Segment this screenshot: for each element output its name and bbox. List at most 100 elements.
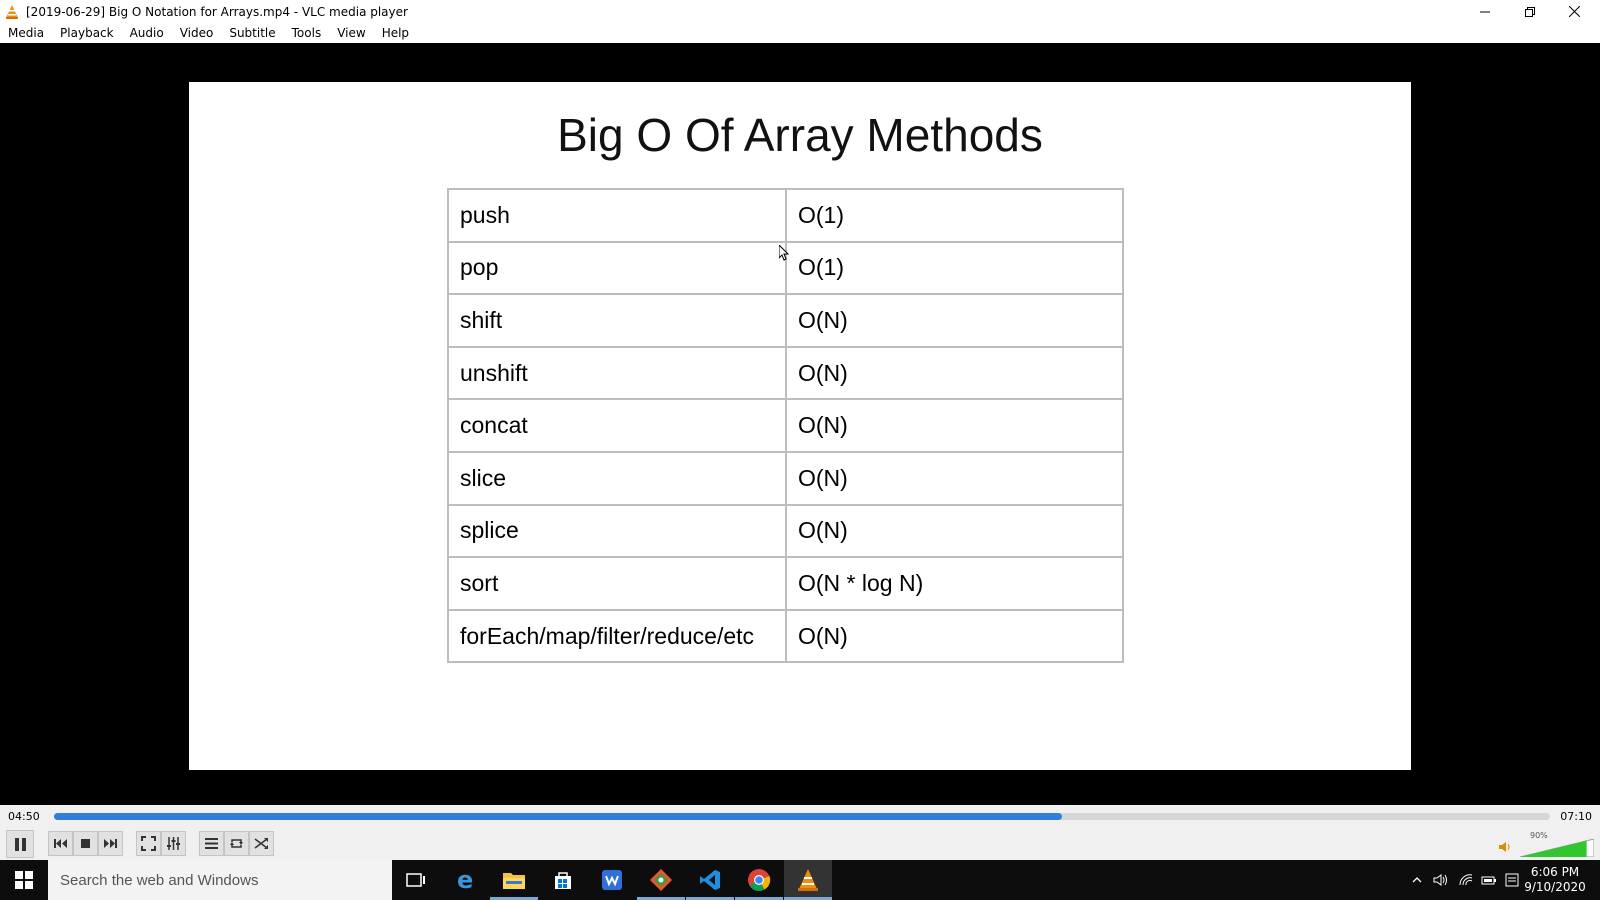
previous-icon bbox=[54, 839, 67, 848]
menu-tools[interactable]: Tools bbox=[292, 26, 322, 40]
start-button[interactable] bbox=[0, 860, 48, 900]
minimize-button[interactable] bbox=[1462, 0, 1507, 23]
complexity-cell: O(1) bbox=[785, 240, 1124, 296]
table-row: concat O(N) bbox=[447, 398, 1124, 453]
playlist-icon bbox=[205, 838, 218, 849]
stop-icon bbox=[81, 839, 90, 848]
fullscreen-button[interactable] bbox=[136, 831, 161, 856]
pause-button[interactable] bbox=[6, 830, 34, 858]
method-cell: unshift bbox=[447, 345, 787, 401]
complexity-cell: O(N) bbox=[785, 450, 1124, 506]
complexity-cell: O(N) bbox=[785, 608, 1124, 664]
menu-audio[interactable]: Audio bbox=[130, 26, 164, 40]
vlc-icon bbox=[6, 4, 18, 19]
complexity-cell: O(N * log N) bbox=[785, 556, 1124, 611]
edge-icon: e bbox=[457, 868, 473, 892]
seek-progress bbox=[54, 813, 1063, 820]
task-view-button[interactable] bbox=[392, 860, 440, 900]
taskbar-edge[interactable]: e bbox=[441, 860, 489, 900]
vlc-taskbar-icon bbox=[798, 869, 818, 891]
complexity-cell: O(N) bbox=[785, 503, 1124, 559]
table-row: shift O(N) bbox=[447, 293, 1124, 348]
minimize-icon bbox=[1479, 11, 1490, 12]
stop-button[interactable] bbox=[73, 831, 98, 856]
taskbar-vscode[interactable] bbox=[686, 860, 734, 900]
taskbar-wps[interactable] bbox=[588, 860, 636, 900]
taskbar-search-box[interactable]: Search the web and Windows bbox=[48, 860, 392, 900]
taskbar: Search the web and Windows e 6:06 PM 9/1… bbox=[0, 860, 1600, 900]
control-bar: 90% bbox=[0, 827, 1600, 860]
method-cell: slice bbox=[447, 450, 787, 506]
wps-icon bbox=[602, 870, 622, 890]
playlist-button[interactable] bbox=[199, 831, 224, 856]
taskbar-clock[interactable]: 6:06 PM 9/10/2020 bbox=[1518, 865, 1592, 895]
extended-settings-button[interactable] bbox=[161, 831, 186, 856]
method-cell: splice bbox=[447, 503, 787, 559]
tray-volume-icon[interactable] bbox=[1432, 871, 1450, 889]
table-row: slice O(N) bbox=[447, 450, 1124, 506]
tray-chevron-up-icon[interactable] bbox=[1408, 871, 1426, 889]
table-row: unshift O(N) bbox=[447, 345, 1124, 401]
loop-button[interactable] bbox=[224, 831, 249, 856]
complexity-cell: O(1) bbox=[785, 188, 1124, 243]
next-button[interactable] bbox=[98, 831, 123, 856]
previous-button[interactable] bbox=[48, 831, 73, 856]
store-icon bbox=[555, 872, 571, 889]
time-total: 07:10 bbox=[1560, 810, 1592, 823]
file-explorer-icon bbox=[503, 873, 525, 889]
speaker-icon[interactable] bbox=[1498, 840, 1512, 854]
tray-network-icon[interactable] bbox=[1457, 871, 1475, 889]
taskbar-git[interactable] bbox=[637, 860, 685, 900]
git-icon bbox=[650, 869, 672, 891]
slide-title: Big O Of Array Methods bbox=[557, 109, 1043, 161]
method-cell: shift bbox=[447, 293, 787, 348]
video-area[interactable]: Big O Of Array Methods push O(1) pop O(1) sh… bbox=[0, 43, 1600, 805]
method-cell: sort bbox=[447, 556, 787, 611]
complexity-cell: O(N) bbox=[785, 345, 1124, 401]
task-view-icon bbox=[406, 873, 425, 887]
complexity-cell: O(N) bbox=[785, 398, 1124, 453]
loop-icon bbox=[230, 839, 243, 848]
seek-area: 04:50 07:10 bbox=[0, 805, 1600, 827]
table-row: splice O(N) bbox=[447, 503, 1124, 559]
volume-slider[interactable] bbox=[1520, 839, 1594, 857]
windows-logo-icon bbox=[15, 871, 33, 889]
restore-icon bbox=[1524, 6, 1535, 17]
table-row: sort O(N * log N) bbox=[447, 556, 1124, 611]
shuffle-button[interactable] bbox=[249, 831, 274, 856]
menu-bar: Media Playback Audio Video Subtitle Tool… bbox=[0, 23, 1600, 43]
method-cell: concat bbox=[447, 398, 787, 453]
taskbar-file-explorer[interactable] bbox=[490, 860, 538, 900]
table-row: forEach/map/filter/reduce/etc O(N) bbox=[447, 608, 1124, 664]
menu-help[interactable]: Help bbox=[382, 26, 409, 40]
taskbar-chrome[interactable] bbox=[735, 860, 783, 900]
close-icon bbox=[1569, 6, 1580, 17]
taskbar-vlc[interactable] bbox=[784, 860, 832, 900]
menu-view[interactable]: View bbox=[337, 26, 365, 40]
chrome-icon bbox=[748, 869, 771, 891]
close-button[interactable] bbox=[1552, 0, 1597, 23]
table-row: push O(1) bbox=[447, 188, 1124, 243]
menu-video[interactable]: Video bbox=[180, 26, 214, 40]
clock-time: 6:06 PM bbox=[1530, 865, 1580, 879]
menu-playback[interactable]: Playback bbox=[60, 26, 114, 40]
method-cell: pop bbox=[447, 240, 787, 296]
equalizer-icon bbox=[167, 837, 180, 850]
search-placeholder: Search the web and Windows bbox=[60, 871, 259, 889]
tray-battery-icon[interactable] bbox=[1480, 871, 1498, 889]
taskbar-store[interactable] bbox=[539, 860, 587, 900]
shuffle-icon bbox=[254, 838, 268, 849]
mouse-cursor-icon bbox=[779, 245, 789, 261]
menu-subtitle[interactable]: Subtitle bbox=[229, 26, 275, 40]
title-bar: [2019-06-29] Big O Notation for Arrays.m… bbox=[0, 0, 1600, 23]
next-icon bbox=[104, 839, 117, 848]
complexity-cell: O(N) bbox=[785, 293, 1124, 348]
seek-slider[interactable] bbox=[54, 813, 1550, 820]
pause-icon bbox=[14, 837, 26, 851]
window-title: [2019-06-29] Big O Notation for Arrays.m… bbox=[26, 4, 408, 19]
restore-button[interactable] bbox=[1507, 0, 1552, 23]
svg-text:e: e bbox=[457, 868, 473, 892]
clock-date: 9/10/2020 bbox=[1524, 880, 1586, 894]
time-elapsed: 04:50 bbox=[8, 810, 40, 823]
menu-media[interactable]: Media bbox=[8, 26, 44, 40]
